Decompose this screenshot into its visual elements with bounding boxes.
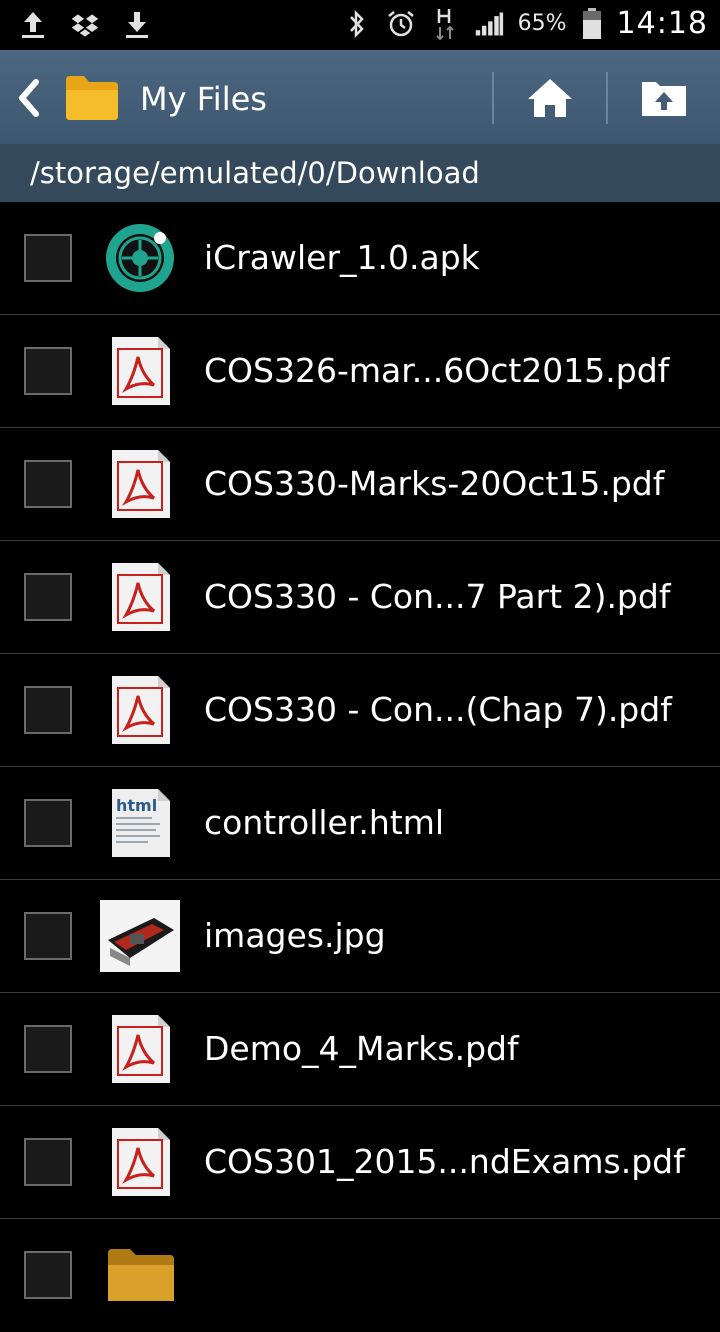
action-bar: My Files [0,50,720,144]
file-name: COS326-mar...6Oct2015.pdf [204,351,670,390]
select-checkbox[interactable] [24,234,72,282]
alarm-icon [386,7,416,41]
folder-up-icon[interactable] [640,76,688,120]
file-name: COS301_2015...ndExams.pdf [204,1142,685,1181]
home-icon[interactable] [526,76,574,120]
clock: 14:18 [616,6,708,41]
html-icon: html [104,787,176,859]
pdf-icon [104,1013,176,1085]
file-name: COS330 - Con...(Chap 7).pdf [204,690,672,729]
select-checkbox[interactable] [24,912,72,960]
path-bar: /storage/emulated/0/Download [0,144,720,202]
select-checkbox[interactable] [24,573,72,621]
status-bar: 65% 14:18 [0,0,720,50]
select-checkbox[interactable] [24,460,72,508]
battery-percent: 65% [517,11,567,36]
list-item[interactable]: images.jpg [0,880,720,993]
list-item[interactable]: COS301_2015...ndExams.pdf [0,1106,720,1219]
current-path: /storage/emulated/0/Download [30,156,480,190]
folder-icon [64,72,120,122]
select-checkbox[interactable] [24,1025,72,1073]
upload-icon [18,8,48,42]
list-item[interactable]: COS330 - Con...7 Part 2).pdf [0,541,720,654]
image-thumbnail-icon [100,900,180,978]
list-item[interactable]: Demo_4_Marks.pdf [0,993,720,1106]
apk-icon [104,222,176,294]
pdf-icon [104,674,176,746]
file-name: COS330-Marks-20Oct15.pdf [204,464,665,503]
pdf-icon [104,448,176,520]
battery-icon [581,7,603,41]
file-list: iCrawler_1.0.apk COS326-mar...6Oct2015.p… [0,202,720,1332]
download-icon [122,8,152,42]
file-name: images.jpg [204,916,386,955]
select-checkbox[interactable] [24,686,72,734]
data-h-icon [430,7,460,41]
action-bar-divider [606,72,608,124]
file-name: Demo_4_Marks.pdf [204,1029,519,1068]
select-checkbox[interactable] [24,1138,72,1186]
pdf-icon [104,561,176,633]
file-name: controller.html [204,803,445,842]
list-item[interactable]: html controller.html [0,767,720,880]
list-item[interactable]: iCrawler_1.0.apk [0,202,720,315]
list-item[interactable] [0,1219,720,1332]
back-arrow-icon[interactable] [14,76,44,120]
page-title: My Files [140,80,267,118]
file-name: COS330 - Con...7 Part 2).pdf [204,577,671,616]
list-item[interactable]: COS326-mar...6Oct2015.pdf [0,315,720,428]
signal-icon [474,7,504,41]
select-checkbox[interactable] [24,799,72,847]
list-item[interactable]: COS330-Marks-20Oct15.pdf [0,428,720,541]
action-bar-divider [492,72,494,124]
select-checkbox[interactable] [24,347,72,395]
list-item[interactable]: COS330 - Con...(Chap 7).pdf [0,654,720,767]
pdf-icon [104,335,176,407]
bluetooth-icon [342,7,372,41]
file-name: iCrawler_1.0.apk [204,238,480,277]
svg-text:html: html [116,796,157,815]
folder-icon [106,1245,176,1317]
pdf-icon [104,1126,176,1198]
dropbox-icon [70,8,100,42]
select-checkbox[interactable] [24,1251,72,1299]
